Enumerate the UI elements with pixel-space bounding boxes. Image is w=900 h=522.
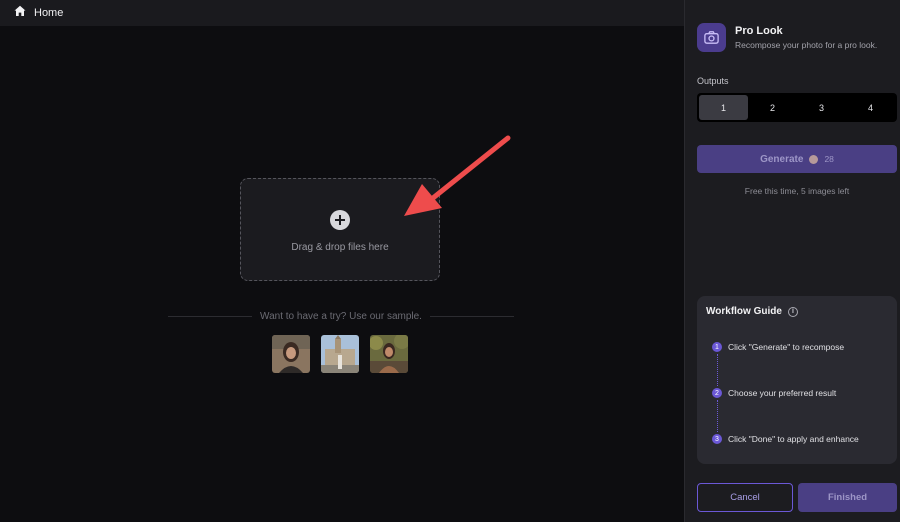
red-arrow-annotation (404, 135, 511, 216)
sample-thumbnails (272, 335, 408, 373)
generate-label: Generate (760, 153, 804, 165)
guide-title-row: Workflow Guide (706, 306, 798, 317)
finished-button[interactable]: Finished (798, 483, 897, 512)
home-label: Home (34, 7, 64, 19)
info-icon[interactable] (787, 306, 798, 317)
step-text: Choose your preferred result (728, 388, 837, 398)
workflow-guide: Workflow Guide 1 Click "Generate" to rec… (697, 296, 897, 464)
sample-thumb-landmark[interactable] (321, 335, 359, 373)
guide-step-3: 3 Click "Done" to apply and enhance (712, 434, 859, 444)
dropzone-text: Drag & drop files here (291, 242, 389, 253)
step-number: 3 (712, 434, 722, 444)
tool-header: Pro Look Recompose your photo for a pro … (697, 23, 877, 52)
step-text: Click "Generate" to recompose (728, 342, 845, 352)
step-number: 2 (712, 388, 722, 398)
outputs-label: Outputs (697, 76, 729, 86)
sample-thumb-street[interactable] (370, 335, 408, 373)
canvas-area: Home Drag & drop files here Want to have… (0, 0, 684, 522)
tool-subtitle: Recompose your photo for a pro look. (735, 40, 878, 50)
sample-prompt: Want to have a try? Use our sample. (260, 311, 422, 322)
step-connector-2 (716, 400, 718, 432)
settings-panel: Pro Look Recompose your photo for a pro … (684, 0, 900, 522)
generate-button[interactable]: Generate 28 (697, 145, 897, 173)
sample-divider: Want to have a try? Use our sample. (168, 311, 514, 322)
divider-line-left (168, 316, 253, 317)
output-option-4[interactable]: 4 (846, 95, 895, 120)
add-file-icon (330, 210, 350, 230)
camera-icon (697, 23, 726, 52)
step-connector-1 (716, 354, 718, 386)
tool-title: Pro Look (735, 25, 783, 37)
output-option-1[interactable]: 1 (699, 95, 748, 120)
sample-thumb-portrait[interactable] (272, 335, 310, 373)
guide-title: Workflow Guide (706, 306, 782, 317)
cancel-button[interactable]: Cancel (697, 483, 793, 512)
top-bar: Home (0, 0, 684, 26)
output-option-2[interactable]: 2 (748, 95, 797, 120)
output-option-3[interactable]: 3 (797, 95, 846, 120)
step-number: 1 (712, 342, 722, 352)
generate-cost: 28 (824, 154, 834, 164)
free-usage-note: Free this time, 5 images left (744, 186, 850, 196)
credit-coin-icon (809, 154, 819, 164)
guide-step-2: 2 Choose your preferred result (712, 388, 836, 398)
app-window: Home Drag & drop files here Want to have… (0, 0, 900, 522)
outputs-selector: 1 2 3 4 (697, 93, 897, 122)
guide-step-1: 1 Click "Generate" to recompose (712, 342, 844, 352)
step-text: Click "Done" to apply and enhance (728, 434, 859, 444)
home-button[interactable]: Home (14, 4, 63, 22)
home-icon (14, 4, 26, 22)
divider-line-right (429, 316, 514, 317)
